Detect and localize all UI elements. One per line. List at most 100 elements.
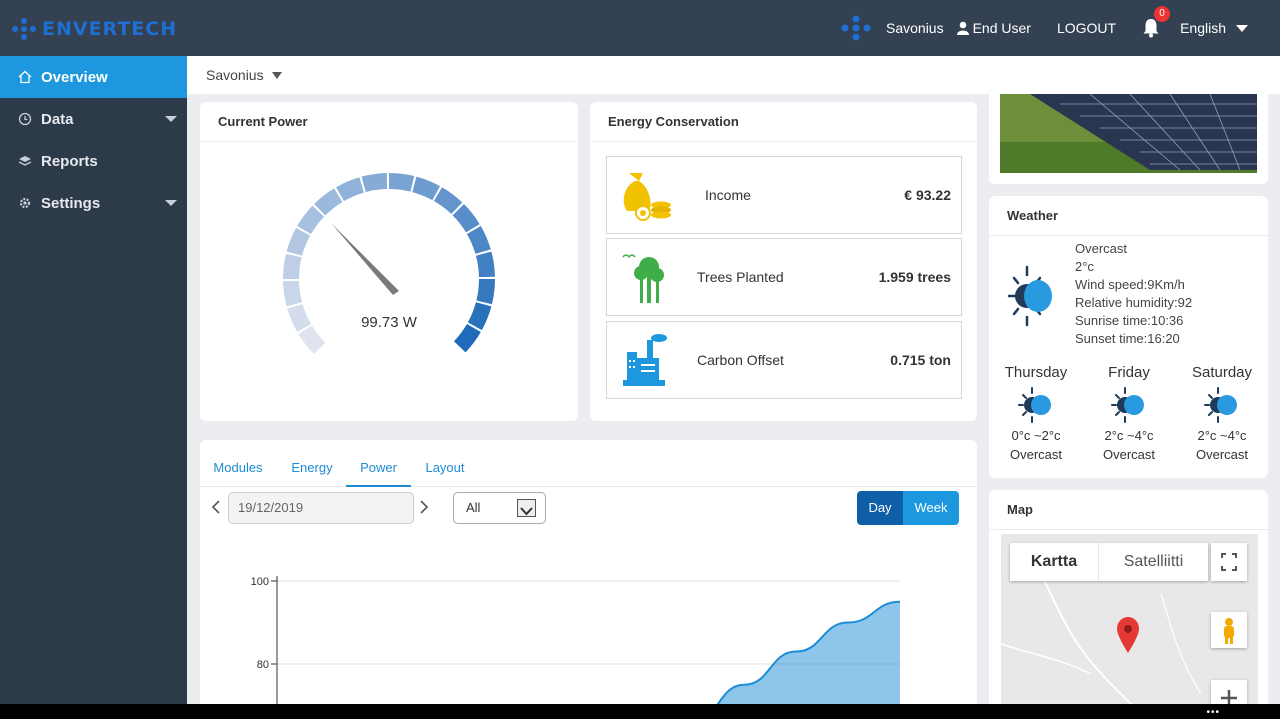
logout-button[interactable]: LOGOUT xyxy=(1057,20,1116,36)
gauge-segment xyxy=(466,226,491,254)
sidebar-item-overview[interactable]: Overview xyxy=(0,56,187,98)
power-chart-card: Modules Energy Power Layout 19/12/2019 A… xyxy=(200,440,977,710)
day-button[interactable]: Day xyxy=(857,491,903,525)
income-label: Income xyxy=(705,187,751,203)
gauge-segment xyxy=(361,173,388,193)
factory-icon xyxy=(623,334,667,386)
site-selector-label: Savonius xyxy=(206,67,264,83)
power-chart: 100 80 xyxy=(251,576,901,710)
money-bag-icon xyxy=(623,173,671,221)
current-weather-details: Overcast 2°c Wind speed:9Km/h Relative h… xyxy=(1075,240,1192,348)
gear-icon xyxy=(18,196,32,210)
language-label: English xyxy=(1180,20,1226,36)
power-gauge: 99.73 W xyxy=(283,173,495,354)
forecast-day-name: Thursday xyxy=(1004,364,1068,381)
chart-tabs: Modules Energy Power Layout xyxy=(200,440,977,487)
card-title: Current Power xyxy=(200,102,578,142)
y-tick-label: 100 xyxy=(251,576,269,588)
trees-planted-value: 1.959 trees xyxy=(878,269,951,285)
income-value: € 93.22 xyxy=(904,187,951,203)
fullscreen-icon xyxy=(1221,553,1237,571)
home-icon xyxy=(18,70,32,84)
card-title: Energy Conservation xyxy=(590,102,977,142)
week-button[interactable]: Week xyxy=(903,491,959,525)
sidebar-item-data[interactable]: Data xyxy=(0,98,187,140)
card-title: Map xyxy=(989,490,1268,530)
site-selector[interactable]: Savonius xyxy=(187,56,1280,94)
y-tick-label: 80 xyxy=(257,659,269,671)
gauge-segment xyxy=(475,251,495,278)
gauge-segment xyxy=(298,325,326,354)
sidebar-item-reports[interactable]: Reports xyxy=(0,140,187,182)
forecast-temp-range: 0°c ~2°c xyxy=(1011,428,1061,443)
gauge-segment xyxy=(467,302,492,331)
weather-card: Weather Overcast 2°c Wind speed:9Km/h Re… xyxy=(989,196,1268,478)
forecast-day: Friday 2°c ~4°c Overcast xyxy=(1084,364,1174,462)
trees-planted-row: Trees Planted 1.959 trees xyxy=(606,238,962,316)
forecast-day-name: Saturday xyxy=(1191,364,1253,381)
street-view-button[interactable] xyxy=(1211,612,1247,648)
date-input[interactable]: 19/12/2019 xyxy=(228,492,414,524)
top-bar: ENVERTECH Savonius End User LOGOUT 0 Eng… xyxy=(0,0,1280,56)
brand-logo[interactable]: ENVERTECH xyxy=(10,16,177,42)
clock-icon xyxy=(18,112,32,126)
energy-conservation-card: Energy Conservation Income € 93.22 Trees… xyxy=(590,102,977,421)
site-logo xyxy=(838,14,874,42)
sidebar-item-label: Overview xyxy=(41,68,108,86)
overcast-sun-icon xyxy=(1204,387,1237,423)
gauge-needle xyxy=(331,223,399,295)
sidebar-item-settings[interactable]: Settings xyxy=(0,182,187,224)
carbon-offset-value: 0.715 ton xyxy=(890,352,951,368)
tab-energy[interactable]: Energy xyxy=(286,440,338,487)
forecast-condition: Overcast xyxy=(1102,447,1155,462)
filter-select-value: All xyxy=(466,500,481,515)
map-pin-icon[interactable] xyxy=(1115,616,1141,654)
gauge-segment xyxy=(453,324,481,353)
card-title: Weather xyxy=(989,196,1268,236)
more-dots-icon[interactable]: ••• xyxy=(1206,707,1220,718)
tab-power[interactable]: Power xyxy=(346,440,411,487)
user-icon xyxy=(956,21,969,35)
forecast-temp-range: 2°c ~4°c xyxy=(1197,428,1247,443)
map-type-map[interactable]: Kartta xyxy=(1010,543,1098,581)
site-name[interactable]: Savonius xyxy=(886,20,944,36)
site-photo-card xyxy=(989,94,1268,184)
gauge-segment xyxy=(283,253,302,279)
current-condition: Overcast xyxy=(1075,241,1128,256)
sunrise-time: Sunrise time:10:36 xyxy=(1075,313,1184,328)
language-selector[interactable]: English xyxy=(1180,20,1248,36)
next-date-icon[interactable] xyxy=(418,500,430,514)
user-menu[interactable]: End User xyxy=(956,20,1031,36)
system-bottom-bar: ••• xyxy=(0,704,1280,719)
brand-name: ENVERTECH xyxy=(42,18,178,40)
gauge-segment xyxy=(287,304,312,332)
select-arrow-icon xyxy=(517,499,536,517)
forecast-condition: Overcast xyxy=(1195,447,1248,462)
sidebar-item-label: Settings xyxy=(41,194,101,212)
previous-date-icon[interactable] xyxy=(210,500,222,514)
chevron-down-icon xyxy=(1236,24,1248,32)
fullscreen-button[interactable] xyxy=(1211,543,1247,581)
filter-select[interactable]: All xyxy=(453,492,546,524)
gauge-segment xyxy=(336,177,364,202)
forecast-temp-range: 2°c ~4°c xyxy=(1104,428,1154,443)
solar-panels-image xyxy=(1000,94,1257,173)
caret-down-icon xyxy=(165,116,177,122)
layers-icon xyxy=(18,154,32,168)
tab-modules[interactable]: Modules xyxy=(210,440,266,487)
notification-count-badge: 0 xyxy=(1154,6,1171,22)
map-type-satellite[interactable]: Satelliitti xyxy=(1099,543,1208,581)
gauge-segment xyxy=(283,280,303,307)
tab-layout[interactable]: Layout xyxy=(421,440,469,487)
current-temperature: 2°c xyxy=(1075,259,1094,274)
caret-down-icon xyxy=(165,200,177,206)
pegman-icon xyxy=(1224,618,1234,644)
overcast-sun-icon xyxy=(1111,387,1144,423)
power-area-series xyxy=(640,601,900,710)
wind-speed: Wind speed:9Km/h xyxy=(1075,277,1185,292)
gauge-value: 99.73 W xyxy=(361,314,418,331)
carbon-offset-label: Carbon Offset xyxy=(697,352,784,368)
map-view[interactable]: Kartta Satelliitti xyxy=(1001,534,1258,710)
notifications-button[interactable]: 0 xyxy=(1142,6,1171,38)
gauge-segment xyxy=(412,176,441,201)
